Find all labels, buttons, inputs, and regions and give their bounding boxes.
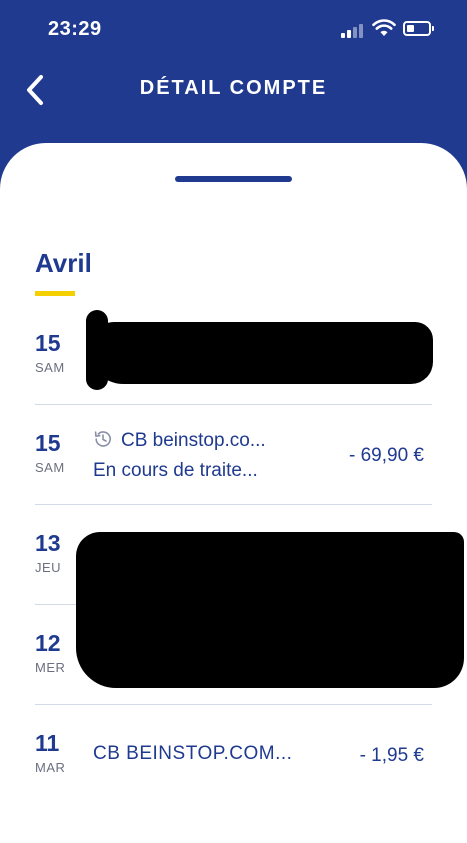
redaction-mark [88,322,433,384]
redaction-mark [86,310,108,390]
status-time: 23:29 [48,18,102,40]
history-clock-icon [94,431,111,447]
transaction-date: 15 SAM [35,329,91,375]
weekday: MAR [35,760,66,775]
day-number: 11 [35,730,60,756]
transaction-label: CB beinstop.co... [121,430,266,451]
redaction-mark [76,532,464,688]
wifi-icon [372,19,396,36]
transaction-date: 11 MAR [35,729,91,775]
battery-icon [403,21,434,36]
day-number: 15 [35,430,61,456]
account-detail-sheet[interactable]: Avril 15 SAM 15 SAM CB beinstop.co... En… [0,143,467,843]
month-underline [35,291,75,296]
cellular-signal-icon [341,22,367,38]
sheet-grabber[interactable] [175,176,292,182]
transaction-row[interactable]: 11 MAR CB BEINSTOP.COM... - 1,95 € [35,705,432,804]
month-title: Avril [35,248,92,278]
transaction-label-line: CB beinstop.co... [93,429,266,452]
transaction-row[interactable]: 15 SAM CB beinstop.co... En cours de tra… [35,405,432,505]
status-bar: 23:29 [0,0,467,60]
weekday: SAM [35,460,65,475]
transaction-date: 15 SAM [35,429,91,475]
weekday: SAM [35,360,65,375]
transaction-amount: - 69,90 € [349,445,424,466]
day-number: 15 [35,330,61,356]
page-title: DÉTAIL COMPTE [139,77,328,99]
app-header: DÉTAIL COMPTE [0,60,467,130]
transaction-status: En cours de traite... [93,460,258,481]
transaction-amount: - 1,95 € [359,745,424,766]
transaction-label: CB BEINSTOP.COM... [93,743,293,764]
